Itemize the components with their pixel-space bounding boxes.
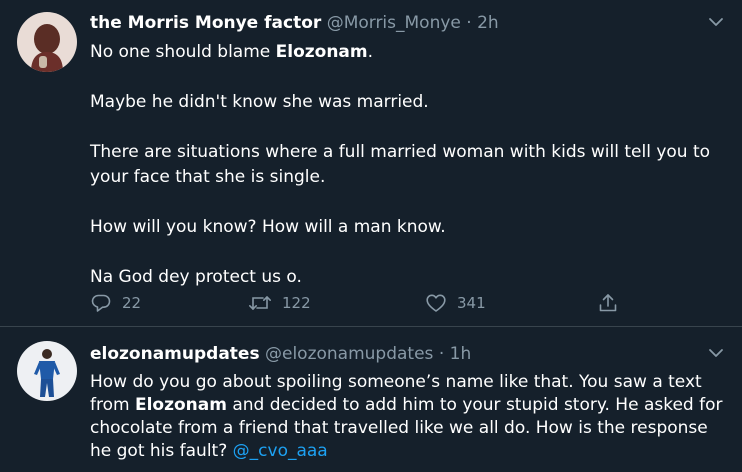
share-button[interactable] bbox=[597, 290, 619, 316]
like-count: 341 bbox=[457, 294, 486, 312]
timestamp[interactable]: 1h bbox=[450, 344, 472, 364]
share-icon bbox=[597, 292, 619, 314]
retweet-icon bbox=[248, 292, 272, 314]
avatar[interactable] bbox=[17, 12, 77, 72]
chevron-down-icon[interactable] bbox=[706, 12, 726, 32]
user-handle[interactable]: @elozonamupdates bbox=[265, 344, 433, 364]
avatar[interactable] bbox=[17, 341, 77, 401]
chevron-down-icon[interactable] bbox=[706, 343, 726, 363]
tweet-header: the Morris Monye factor @Morris_Monye · … bbox=[90, 11, 702, 35]
tweet-text: How do you go about spoiling someone’s n… bbox=[90, 372, 723, 461]
reply-count: 22 bbox=[122, 294, 142, 312]
user-handle[interactable]: @Morris_Monye bbox=[327, 13, 461, 33]
tweet-actions: 22 122 341 bbox=[90, 290, 650, 316]
like-button[interactable]: 341 bbox=[425, 290, 486, 316]
separator-dot: · bbox=[466, 13, 472, 33]
tweet-paragraph: Na God dey protect us o. bbox=[90, 267, 302, 287]
tweet[interactable]: the Morris Monye factor @Morris_Monye · … bbox=[0, 0, 742, 326]
tweet[interactable]: elozonamupdates @elozonamupdates · 1h Ho… bbox=[0, 327, 742, 472]
tweet-paragraph: Maybe he didn't know she was married. bbox=[90, 92, 429, 112]
display-name[interactable]: elozonamupdates bbox=[90, 344, 260, 364]
tweet-text: No one should blame Elozonam. Maybe he d… bbox=[90, 40, 730, 290]
reply-button[interactable]: 22 bbox=[90, 290, 141, 316]
user-mention-link[interactable]: @_cvo_aaa bbox=[233, 441, 328, 461]
heart-icon bbox=[425, 292, 447, 314]
retweet-count: 122 bbox=[282, 294, 311, 312]
reply-icon bbox=[90, 292, 112, 314]
name-mention: Elozonam bbox=[134, 395, 227, 415]
timestamp[interactable]: 2h bbox=[477, 13, 499, 33]
tweet-paragraph: No one should blame Elozonam. bbox=[90, 42, 374, 62]
tweet-header: elozonamupdates @elozonamupdates · 1h bbox=[90, 342, 702, 366]
tweet-paragraph: How will you know? How will a man know. bbox=[90, 217, 446, 237]
display-name[interactable]: the Morris Monye factor bbox=[90, 13, 321, 33]
tweet-paragraph: There are situations where a full marrie… bbox=[90, 142, 711, 187]
name-mention: Elozonam bbox=[275, 42, 368, 62]
retweet-button[interactable]: 122 bbox=[248, 290, 311, 316]
separator-dot: · bbox=[438, 344, 445, 364]
